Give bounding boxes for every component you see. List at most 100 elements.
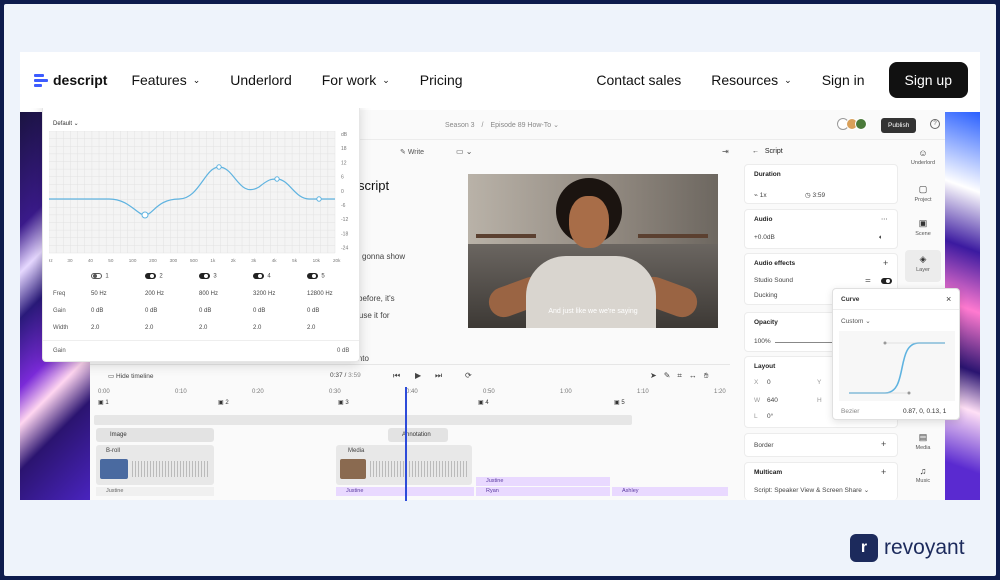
script-text-line[interactable]: gonna show [362,252,405,261]
eq-band-toggle[interactable] [199,273,210,279]
duration-speed[interactable]: ⌁ 1x [754,191,767,199]
eq-band-toggle[interactable] [253,273,264,279]
eq-master-gain-value[interactable]: 0 dB [337,348,349,354]
speaker-clip[interactable]: Justine [476,477,610,486]
nav-contact-sales[interactable]: Contact sales [596,72,681,88]
help-icon[interactable]: ? [930,119,940,129]
bezier-handle[interactable] [907,391,911,395]
rotation-field[interactable]: 0° [767,413,773,420]
timeline-tools[interactable]: ➤✎⌗↔✋︎ [650,371,715,381]
skip-back-icon[interactable]: ⏮︎ [393,371,400,381]
eq-graph[interactable]: dB 18 12 6 0 -6 -12 -18 -24 Hz 30 40 50 100 200 300 500 1… [49,131,359,271]
logo[interactable]: descript [34,72,107,88]
multicam-select[interactable]: Script: Speaker View & Screen Share ⌄ [754,486,869,494]
nav-pricing[interactable]: Pricing [420,72,463,88]
eq-band-header[interactable]: 1 [91,273,109,280]
eq-band-gain[interactable]: 0 dB [199,308,211,314]
curve-preset-select[interactable]: Custom ⌄ [841,317,871,325]
write-button[interactable]: ✎ Write [400,148,424,156]
eq-preset-select[interactable]: Default ⌄ [53,120,79,127]
add-multicam-icon[interactable]: + [881,467,886,477]
pen-icon[interactable]: ✎ [664,371,678,380]
split-icon[interactable]: ↔ [689,371,704,380]
opacity-slider[interactable] [775,342,835,343]
effect-ducking[interactable]: Ducking [754,292,777,299]
hand-icon[interactable]: ✋︎ [704,371,716,380]
collapse-panel-icon[interactable]: ⇥ [722,147,729,156]
nav-underlord[interactable]: Underlord [230,72,291,88]
eq-band-header[interactable]: 2 [145,273,163,280]
layout-toggle-icon[interactable]: ▭ ⌄ [456,147,472,156]
eq-band-freq[interactable]: 200 Hz [145,291,164,297]
rail-media[interactable]: ▤ Media [905,432,941,451]
eq-band-toggle[interactable] [91,273,102,279]
eq-band-header[interactable]: 4 [253,273,271,280]
nav-resources[interactable]: Resources ⌄ [711,72,791,88]
scene-track[interactable] [94,415,632,425]
scene-segment[interactable]: ▣ 3 [338,399,349,410]
scene-segment[interactable]: ▣ 1 [98,399,109,410]
volume-icon[interactable]: 🔈︎ [879,234,883,242]
scene-segment[interactable]: ▣ 5 [614,399,625,410]
play-icon[interactable]: ▶ [415,371,421,380]
broll-clip[interactable]: B-roll [96,445,214,485]
publish-button[interactable]: Publish [881,118,917,133]
nav-for-work[interactable]: For work ⌄ [322,72,390,88]
rail-project[interactable]: ▢ Project [905,184,941,203]
nav-sign-in[interactable]: Sign in [822,72,865,88]
eq-band-gain[interactable]: 0 dB [253,308,265,314]
duration-time[interactable]: ◷ 3:59 [805,191,825,199]
image-clip[interactable]: Image [96,428,214,442]
hide-timeline-button[interactable]: ▭ Hide timeline [108,372,154,380]
properties-header[interactable]: ← Script [752,148,783,155]
eq-band-freq[interactable]: 12800 Hz [307,291,333,297]
close-icon[interactable]: × [946,294,951,304]
sign-up-button[interactable]: Sign up [888,62,968,98]
effect-studio-sound[interactable]: Studio Sound [754,277,793,284]
rail-layer[interactable]: ◈ Layer [905,250,941,282]
speaker-clip[interactable]: Justine [96,487,214,496]
speaker-clip[interactable]: Ashley [612,487,728,496]
eq-band-gain[interactable]: 0 dB [145,308,157,314]
curve-value[interactable]: 0.87, 0, 0.13, 1 [903,408,946,415]
w-field[interactable]: 640 [767,397,778,404]
eq-band-freq[interactable]: 50 Hz [91,291,107,297]
breadcrumb-episode[interactable]: Episode 89 How-To [490,122,551,129]
loop-icon[interactable]: ⟳ [465,371,472,380]
speaker-clip[interactable]: Ryan [476,487,610,496]
eq-band-node[interactable] [316,196,322,202]
nav-features[interactable]: Features ⌄ [131,72,200,88]
bezier-handle[interactable] [883,341,887,345]
eq-band-node[interactable] [216,164,222,170]
eq-band-freq[interactable]: 800 Hz [199,291,218,297]
eq-band-node[interactable] [274,176,280,182]
eq-band-header[interactable]: 3 [199,273,217,280]
studio-sound-toggle[interactable] [881,278,892,284]
eq-band-toggle[interactable] [307,273,318,279]
eq-band-freq[interactable]: 3200 Hz [253,291,275,297]
rail-scene[interactable]: ▣ Scene [905,218,941,237]
eq-band-width[interactable]: 2.0 [199,325,207,331]
x-field[interactable]: 0 [767,379,771,386]
crop-icon[interactable]: ⌗ [677,371,689,380]
video-preview[interactable]: And just like we we're saying [468,174,718,328]
back-arrow-icon[interactable]: ← [752,148,759,155]
eq-band-toggle[interactable] [145,273,156,279]
scene-segment[interactable]: ▣ 4 [478,399,489,410]
eq-band-width[interactable]: 2.0 [253,325,261,331]
rail-music[interactable]: ♫ Music [905,466,941,484]
script-text-line[interactable]: before, it's [358,294,395,303]
add-border-icon[interactable]: + [881,439,886,449]
annotation-clip[interactable]: Annotation [388,428,448,442]
scene-segment[interactable]: ▣ 2 [218,399,229,410]
collaborator-avatars[interactable] [837,118,867,130]
opacity-value[interactable]: 100% [754,338,771,345]
eq-band-header[interactable]: 5 [307,273,325,280]
eq-band-width[interactable]: 2.0 [145,325,153,331]
skip-forward-icon[interactable]: ⏭︎ [435,371,442,381]
eq-band-node[interactable] [141,211,149,219]
eq-band-gain[interactable]: 0 dB [91,308,103,314]
more-icon[interactable]: ⋯ [881,215,888,223]
eq-band-width[interactable]: 2.0 [307,325,315,331]
rail-underlord[interactable]: ☺ Underlord [905,148,941,166]
